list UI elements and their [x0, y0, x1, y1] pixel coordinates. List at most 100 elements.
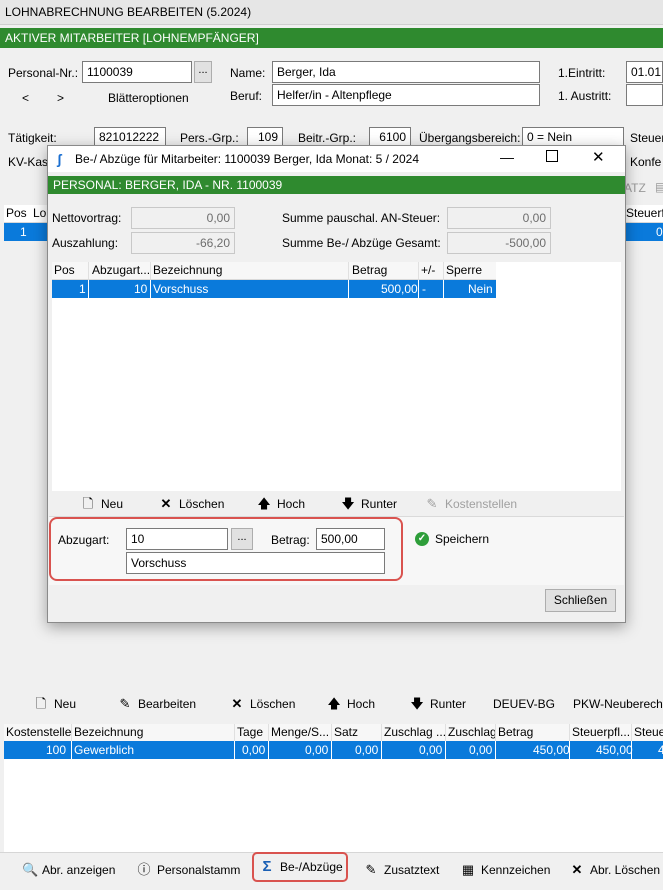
schliessen-button[interactable]: Schließen: [545, 589, 616, 612]
kennzeichen-button[interactable]: ▦ Kennzeichen: [461, 863, 551, 878]
arrow-down-icon: 🡇: [341, 496, 355, 511]
cost-grid-header: Kostenstelle Bezeichnung Tage Menge/S...…: [4, 724, 663, 742]
minimize-icon[interactable]: —: [500, 149, 514, 165]
dlg-kostenstellen-button[interactable]: ✎ Kostenstellen: [425, 496, 518, 512]
delete-x-icon: ✕: [571, 862, 583, 877]
dlg-col-plusminus: +/-: [421, 263, 436, 277]
cost-grid-row[interactable]: 100 Gewerblich 0,00 0,00 0,00 0,00 0,00 …: [4, 741, 663, 759]
austritt-field[interactable]: [626, 84, 663, 106]
name-field[interactable]: Berger, Ida: [272, 61, 540, 83]
dlg-cell-abzugart: 10: [134, 282, 148, 296]
section-title: AKTIVER MITARBEITER [LOHNEMPFÄNGER]: [5, 31, 259, 45]
close-icon[interactable]: ✕: [592, 148, 605, 166]
grid-config-icon: ▤: [655, 180, 663, 194]
arrow-down-icon: 🡇: [410, 696, 424, 711]
beruf-field[interactable]: Helfer/in - Altenpflege: [272, 84, 540, 106]
abr-anzeigen-button[interactable]: 🔍 Abr. anzeigen: [22, 862, 115, 878]
dlg-cell-sperre: Nein: [468, 282, 493, 296]
bg-grid-col-lo: Lo: [33, 206, 47, 220]
dialog-grid-row[interactable]: 1 10 Vorschuss 500,00 - Nein: [52, 280, 496, 298]
sigma-icon: Σ: [262, 858, 272, 875]
be-abzuege-dialog: ʃ Be-/ Abzüge für Mitarbeiter: 1100039 B…: [47, 145, 626, 623]
be-abzuege-button[interactable]: Σ Be-/Abzüge: [252, 852, 348, 882]
abzugart-browse-button[interactable]: ...: [231, 528, 253, 550]
section-header: AKTIVER MITARBEITER [LOHNEMPFÄNGER]: [0, 28, 663, 48]
window-title: LOHNABRECHNUNG BEARBEITEN (5.2024): [5, 5, 252, 19]
cost-col-zuschlag1: Zuschlag ...: [384, 725, 447, 739]
betrag-field[interactable]: 500,00: [316, 528, 385, 550]
cost-cell-tage: 0,00: [242, 743, 266, 757]
arrow-up-icon: 🡅: [327, 696, 341, 711]
personal-nr-label: Personal-Nr.:: [8, 66, 79, 80]
uebergang-field[interactable]: 0 = Nein: [522, 127, 624, 147]
cost-col-kostenstelle: Kostenstelle: [6, 725, 72, 739]
cost-col-steuerpfl: Steuerpfl...: [572, 725, 631, 739]
pers-grp-field[interactable]: 109: [247, 127, 283, 147]
dlg-neu-button[interactable]: 🗋 Neu: [81, 496, 123, 512]
summe-pauschal-field: 0,00: [447, 207, 551, 229]
steuer-label: Steuer: [630, 131, 663, 145]
cost-col-menge: Menge/S...: [271, 725, 330, 739]
zusatztext-button[interactable]: ✎ Zusatztext: [364, 862, 440, 878]
pencil-icon: ✎: [365, 862, 377, 877]
dlg-cell-pos: 1: [79, 282, 86, 296]
personalstamm-button[interactable]: ⓘ Personalstamm: [137, 863, 240, 878]
abr-loeschen-button[interactable]: ✕ Abr. Löschen: [570, 862, 661, 878]
next-button[interactable]: >: [57, 91, 64, 105]
bg-grid-col-steuer: Steuerf: [626, 206, 663, 220]
personal-nr-browse-button[interactable]: ...: [194, 61, 212, 83]
cost-cell-steuerpfl: 450,00: [596, 743, 633, 757]
dlg-col-bezeichnung: Bezeichnung: [153, 263, 223, 277]
blaetteroptionen-button[interactable]: Blätteroptionen: [108, 91, 189, 105]
austritt-label: 1. Austritt:: [558, 89, 612, 103]
dlg-col-sperre: Sperre: [446, 263, 483, 277]
main-hoch-button[interactable]: 🡅 Hoch: [327, 696, 375, 712]
prev-button[interactable]: <: [22, 91, 29, 105]
abzugart-field[interactable]: 10: [126, 528, 228, 550]
nettovortrag-field: 0,00: [131, 207, 235, 229]
bg-grid-row-steuer: 0: [656, 225, 663, 239]
cost-col-bezeichnung: Bezeichnung: [74, 725, 144, 739]
magnifier-icon: 🔍: [22, 862, 39, 877]
auszahlung-field: -66,20: [131, 232, 235, 254]
atz-label: ATZ: [624, 181, 646, 195]
speichern-button[interactable]: ✓ Speichern: [415, 532, 489, 546]
main-neu-button[interactable]: 🗋 Neu: [34, 696, 76, 712]
eintritt-field[interactable]: 01.01.2: [626, 61, 663, 83]
new-document-icon: 🗋: [82, 496, 94, 511]
bezeichnung-field[interactable]: Vorschuss: [126, 552, 385, 574]
cost-cell-zuschlag2: 0,00: [469, 743, 493, 757]
cost-cell-satz: 0,00: [355, 743, 379, 757]
taetigkeit-label: Tätigkeit:: [8, 131, 57, 145]
pkw-neuberechnung-button[interactable]: PKW-Neuberech: [573, 697, 663, 711]
dlg-col-abzugart: Abzugart...: [92, 263, 151, 277]
delete-x-icon: ✕: [160, 496, 172, 511]
delete-x-icon: ✕: [231, 696, 243, 711]
beitr-grp-field[interactable]: 6100: [369, 127, 411, 147]
taetigkeit-field[interactable]: 821012222: [94, 127, 166, 147]
dlg-runter-button[interactable]: 🡇 Runter: [341, 496, 397, 512]
dialog-titlebar: ʃ Be-/ Abzüge für Mitarbeiter: 1100039 B…: [48, 146, 625, 172]
maximize-icon[interactable]: [546, 150, 558, 162]
dlg-loeschen-button[interactable]: ✕ Löschen: [159, 496, 225, 512]
personal-nr-field[interactable]: 1100039: [82, 61, 192, 83]
cost-col-zuschlag2: Zuschlag: [448, 725, 497, 739]
cost-col-steuer: Steue: [634, 725, 663, 739]
nettovortrag-label: Nettovortrag:: [52, 211, 122, 225]
deuev-bg-button[interactable]: DEUEV-BG: [493, 697, 555, 711]
dialog-grid: Pos Abzugart... Bezeichnung Betrag +/- S…: [52, 262, 621, 491]
main-runter-button[interactable]: 🡇 Runter: [410, 696, 466, 712]
cost-cell-kostenstelle: 100: [46, 743, 67, 757]
main-bearbeiten-button[interactable]: ✎ Bearbeiten: [118, 697, 197, 712]
dialog-title: Be-/ Abzüge für Mitarbeiter: 1100039 Ber…: [75, 152, 419, 166]
dlg-col-pos: Pos: [54, 263, 75, 277]
main-loeschen-button[interactable]: ✕ Löschen: [230, 696, 296, 712]
cost-col-satz: Satz: [334, 725, 359, 739]
dialog-green-header: PERSONAL: BERGER, IDA - NR. 1100039: [48, 176, 625, 194]
dialog-green-title: PERSONAL: BERGER, IDA - NR. 1100039: [53, 178, 283, 192]
new-document-icon: 🗋: [35, 696, 47, 711]
pencil-icon: ✎: [426, 496, 438, 511]
dlg-cell-plusminus: -: [422, 282, 426, 296]
window-titlebar: LOHNABRECHNUNG BEARBEITEN (5.2024): [0, 0, 663, 25]
dlg-hoch-button[interactable]: 🡅 Hoch: [257, 497, 305, 512]
